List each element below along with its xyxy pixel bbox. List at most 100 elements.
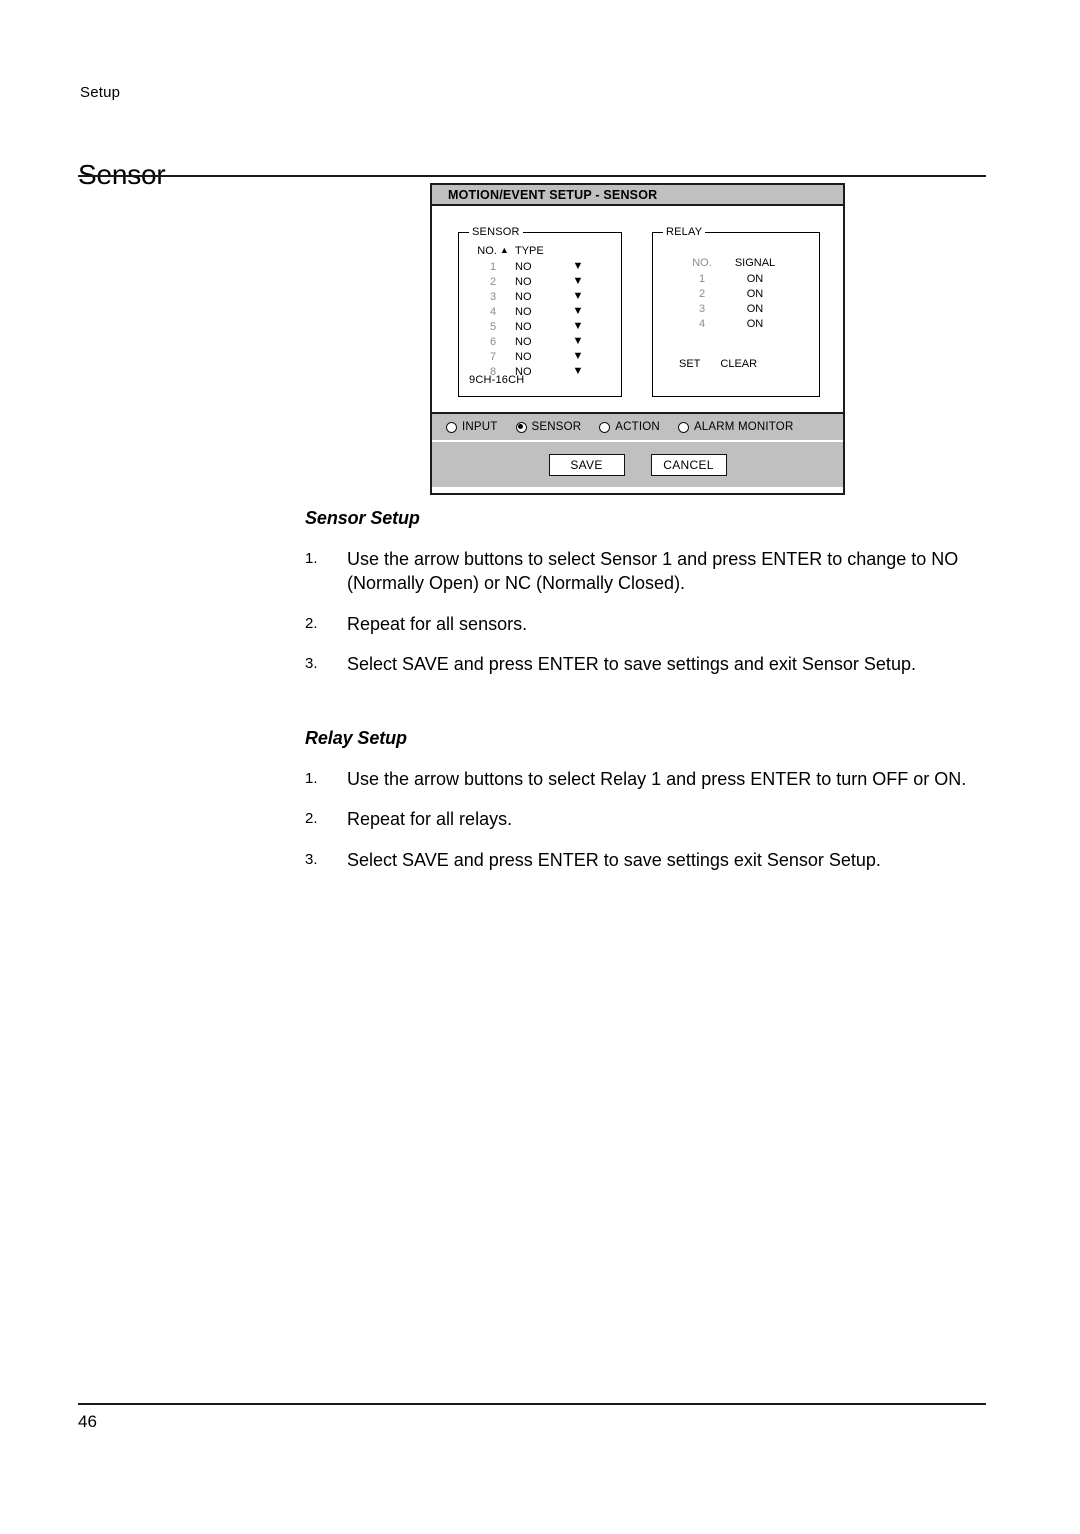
- sensor-row-no: 7: [489, 350, 497, 363]
- page-number: 46: [78, 1412, 97, 1431]
- relay-row-signal: ON: [746, 317, 764, 330]
- sensor-table-header: NO. ▲ TYPE: [471, 245, 611, 257]
- sensor-column-type: TYPE: [515, 245, 544, 257]
- list-item: 2. Repeat for all relays.: [305, 807, 985, 831]
- step-number: 3.: [305, 654, 318, 672]
- dialog-button-bar: SAVE CANCEL: [432, 442, 843, 487]
- set-button[interactable]: SET: [679, 358, 700, 370]
- title-rule: [78, 175, 986, 177]
- radio-input-label: INPUT: [462, 421, 498, 433]
- sort-ascending-icon: ▲: [499, 245, 509, 255]
- step-text: Select SAVE and press ENTER to save sett…: [347, 653, 916, 674]
- chevron-down-icon[interactable]: ▼: [557, 351, 599, 362]
- clear-button[interactable]: CLEAR: [720, 358, 757, 370]
- radio-icon: [599, 421, 611, 433]
- chevron-down-icon[interactable]: ▼: [557, 306, 599, 317]
- relay-row-signal: ON: [746, 287, 764, 300]
- chevron-down-icon[interactable]: ▼: [557, 336, 599, 347]
- setup-mode-radio-group: INPUT SENSOR ACTION ALARM MONITOR: [432, 412, 843, 442]
- relay-row-no: 4: [698, 317, 706, 330]
- sensor-column-no-label: NO.: [477, 245, 497, 257]
- step-text: Use the arrow buttons to select Sensor 1…: [347, 549, 959, 594]
- relay-actions: SET CLEAR: [679, 358, 757, 370]
- sensor-row[interactable]: 7 NO ▼: [471, 349, 611, 364]
- sensor-row-no: 6: [489, 335, 497, 348]
- sensor-row-type: NO: [515, 320, 532, 333]
- chevron-down-icon[interactable]: ▼: [557, 261, 599, 272]
- cancel-button[interactable]: CANCEL: [650, 453, 727, 476]
- step-number: 1.: [305, 550, 318, 567]
- relay-row-no: 2: [698, 287, 706, 300]
- relay-setup-steps: 1. Use the arrow buttons to select Relay…: [305, 767, 985, 872]
- step-text: Repeat for all sensors.: [347, 613, 528, 634]
- chevron-down-icon[interactable]: ▼: [557, 291, 599, 302]
- list-item: 1. Use the arrow buttons to select Senso…: [305, 547, 985, 596]
- sensor-row[interactable]: 6 NO ▼: [471, 334, 611, 349]
- step-number: 1.: [305, 770, 318, 787]
- radio-icon: [677, 421, 689, 433]
- relay-group: RELAY NO. SIGNAL 1 ON 2 ON 3 ON 4 ON SET…: [652, 226, 820, 397]
- sensor-row[interactable]: 1 NO ▼: [471, 259, 611, 274]
- list-item: 3. Select SAVE and press ENTER to save s…: [305, 848, 985, 872]
- relay-row-signal: ON: [746, 302, 764, 315]
- sensor-group: SENSOR NO. ▲ TYPE 1 NO ▼ 2 NO ▼ 3 NO ▼ 4…: [458, 226, 622, 397]
- sensor-row-no: 5: [489, 320, 497, 333]
- sensor-row-type: NO: [515, 290, 532, 303]
- sensor-row-no: 4: [489, 305, 497, 318]
- sensor-row-type: NO: [515, 275, 532, 288]
- relay-column-no: NO.: [692, 257, 712, 269]
- chevron-down-icon[interactable]: ▼: [557, 321, 599, 332]
- sensor-row-type: NO: [515, 335, 532, 348]
- radio-input[interactable]: INPUT: [446, 421, 498, 433]
- save-button[interactable]: SAVE: [548, 453, 625, 476]
- step-text: Select SAVE and press ENTER to save sett…: [347, 849, 881, 870]
- sensor-setup-steps: 1. Use the arrow buttons to select Senso…: [305, 547, 985, 676]
- chevron-down-icon[interactable]: ▼: [557, 276, 599, 287]
- sensor-table: NO. ▲ TYPE 1 NO ▼ 2 NO ▼ 3 NO ▼ 4 NO ▼ 5…: [471, 245, 611, 379]
- relay-table-header: NO. SIGNAL: [679, 257, 799, 269]
- step-text: Repeat for all relays.: [347, 809, 513, 830]
- relay-row[interactable]: 2 ON: [679, 286, 799, 301]
- sensor-column-no[interactable]: NO. ▲: [471, 245, 515, 257]
- list-item: 1. Use the arrow buttons to select Relay…: [305, 767, 985, 791]
- dialog-title: MOTION/EVENT SETUP - SENSOR: [448, 187, 658, 202]
- dialog-titlebar: MOTION/EVENT SETUP - SENSOR: [432, 185, 843, 206]
- relay-row[interactable]: 1 ON: [679, 271, 799, 286]
- sensor-row[interactable]: 2 NO ▼: [471, 274, 611, 289]
- step-text: Use the arrow buttons to select Relay 1 …: [347, 769, 967, 789]
- relay-row-no: 3: [698, 302, 706, 315]
- sensor-row[interactable]: 5 NO ▼: [471, 319, 611, 334]
- chevron-down-icon[interactable]: ▼: [557, 366, 599, 377]
- radio-sensor-label: SENSOR: [531, 421, 582, 433]
- sensor-row[interactable]: 3 NO ▼: [471, 289, 611, 304]
- sensor-row-type: NO: [515, 305, 532, 318]
- relay-row-no: 1: [698, 272, 706, 285]
- channel-range-note: 9CH-16CH: [469, 374, 525, 386]
- list-item: 3. Select SAVE and press ENTER to save s…: [305, 652, 985, 676]
- radio-alarm-monitor-label: ALARM MONITOR: [693, 421, 794, 433]
- sensor-row-no: 3: [489, 290, 497, 303]
- relay-row[interactable]: 3 ON: [679, 301, 799, 316]
- sensor-row-type: NO: [515, 260, 532, 273]
- radio-action[interactable]: ACTION: [599, 421, 660, 433]
- step-number: 2.: [305, 810, 318, 828]
- sensor-setup-section: Sensor Setup 1. Use the arrow buttons to…: [305, 508, 985, 692]
- sensor-row[interactable]: 4 NO ▼: [471, 304, 611, 319]
- step-number: 3.: [305, 850, 318, 868]
- sensor-row-no: 1: [489, 260, 497, 273]
- relay-setup-heading: Relay Setup: [305, 728, 407, 748]
- relay-row[interactable]: 4 ON: [679, 316, 799, 331]
- relay-table: NO. SIGNAL 1 ON 2 ON 3 ON 4 ON: [679, 257, 799, 331]
- relay-column-signal: SIGNAL: [734, 257, 776, 269]
- radio-alarm-monitor[interactable]: ALARM MONITOR: [677, 421, 794, 433]
- motion-event-setup-dialog: MOTION/EVENT SETUP - SENSOR SENSOR NO. ▲ …: [430, 183, 845, 495]
- relay-row-signal: ON: [746, 272, 764, 285]
- radio-icon: [446, 421, 457, 433]
- sensor-row-no: 2: [489, 275, 497, 288]
- footer-rule: [78, 1403, 986, 1405]
- running-head: Setup: [80, 84, 121, 101]
- step-number: 2.: [305, 614, 318, 632]
- radio-sensor[interactable]: SENSOR: [515, 421, 582, 433]
- relay-setup-section: Relay Setup 1. Use the arrow buttons to …: [305, 728, 985, 888]
- radio-action-label: ACTION: [615, 421, 660, 433]
